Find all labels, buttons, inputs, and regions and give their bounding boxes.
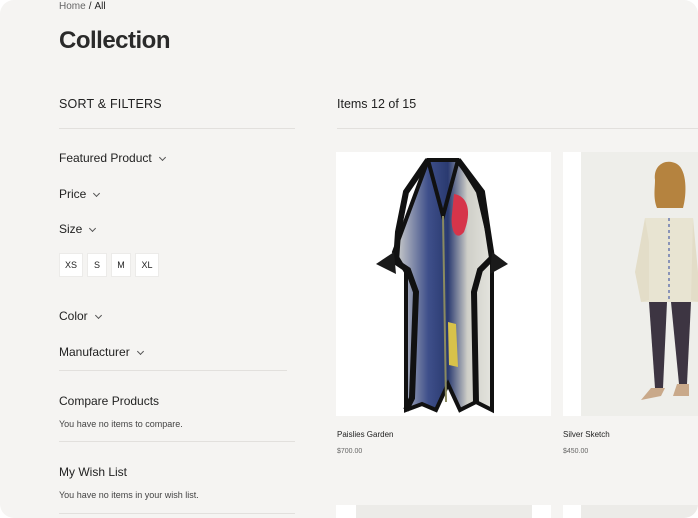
product-price: $700.00 [337,448,363,455]
breadcrumb-home-link[interactable]: Home [59,1,86,12]
filters-divider [59,128,295,129]
product-price: $450.00 [563,448,589,455]
breadcrumb: Home / All [59,1,106,12]
product-card-next-row[interactable] [563,505,698,518]
chevron-down-icon [158,153,166,162]
filter-manufacturer[interactable]: Manufacturer [59,345,144,359]
filter-label: Size [59,222,83,236]
filters-bottom-divider [59,370,287,371]
compare-divider [59,441,295,442]
compare-products-text: You have no items to compare. [59,419,183,429]
toolbar-divider [337,128,698,129]
chevron-down-icon [93,189,101,198]
size-options: XS S M XL [59,253,159,277]
collection-page: Home / All Collection SORT & FILTERS Featu… [0,0,698,518]
filter-label: Color [59,309,88,323]
sort-filters-heading: SORT & FILTERS [59,97,162,111]
size-option-m[interactable]: M [111,253,131,277]
product-image-silver-sketch[interactable] [563,152,698,416]
filter-size[interactable]: Size [59,222,97,236]
product-name[interactable]: Silver Sketch [563,430,610,439]
model-illustration [635,161,698,400]
filter-label: Price [59,187,87,201]
filter-price[interactable]: Price [59,187,101,201]
image-margin [563,152,581,416]
page-title: Collection [59,27,171,54]
wish-list-divider [59,513,295,514]
chevron-down-icon [136,347,144,356]
filter-label: Manufacturer [59,345,130,359]
filter-label: Featured Product [59,151,152,165]
compare-products-title: Compare Products [59,394,160,408]
product-image-placeholder [356,505,532,518]
chevron-down-icon [89,224,97,233]
size-option-xl[interactable]: XL [135,253,159,277]
filter-featured-product[interactable]: Featured Product [59,151,166,165]
product-image-paislies-garden[interactable] [336,152,551,416]
wish-list-title: My Wish List [59,465,128,479]
size-option-xs[interactable]: XS [59,253,83,277]
product-name[interactable]: Paislies Garden [337,430,393,439]
kaftan-illustration [376,158,508,414]
product-image-placeholder [581,505,698,518]
chevron-down-icon [94,311,102,320]
breadcrumb-separator: / [88,1,92,12]
product-card-next-row[interactable] [336,505,551,518]
items-count: Items 12 of 15 [337,97,417,111]
breadcrumb-current: All [94,1,106,12]
wish-list-text: You have no items in your wish list. [59,490,199,500]
filter-color[interactable]: Color [59,309,102,323]
size-option-s[interactable]: S [87,253,107,277]
